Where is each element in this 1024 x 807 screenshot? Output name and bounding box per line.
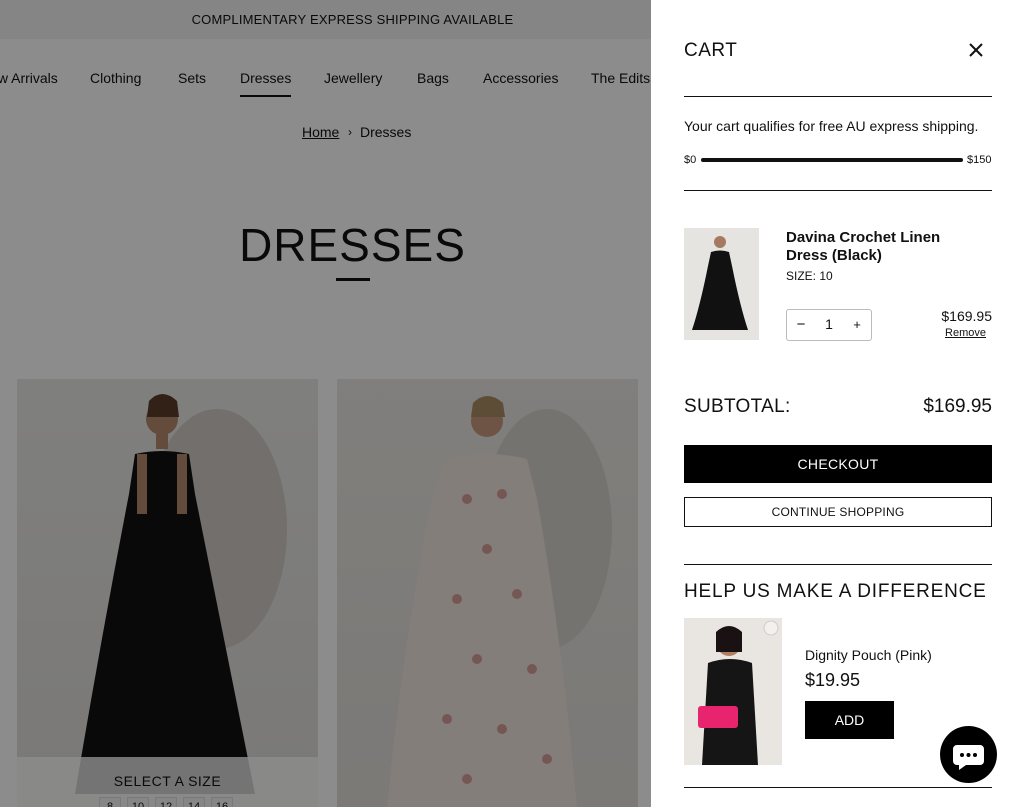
shipping-progress-max: $150	[967, 154, 992, 166]
divider	[684, 96, 992, 97]
shipping-progress-min: $0	[684, 154, 697, 166]
remove-item-link[interactable]: Remove	[945, 327, 986, 339]
cart-item-name[interactable]: Davina Crochet Linen Dress (Black)	[786, 229, 986, 265]
help-section-title: HELP US MAKE A DIFFERENCE	[684, 581, 987, 602]
cart-item-price: $169.95	[941, 308, 992, 324]
subtotal-label: SUBTOTAL:	[684, 396, 791, 417]
cart-item-image[interactable]	[684, 228, 759, 340]
quantity-stepper: − 1 +	[786, 309, 872, 341]
upsell-product-name[interactable]: Dignity Pouch (Pink)	[805, 647, 932, 663]
chat-icon[interactable]	[940, 726, 997, 783]
cart-drawer: CART Your cart qualifies for free AU exp…	[651, 0, 1024, 807]
divider	[684, 787, 992, 788]
close-icon[interactable]	[966, 40, 986, 60]
subtotal-value: $169.95	[923, 396, 992, 417]
quantity-value[interactable]: 1	[817, 316, 841, 332]
add-upsell-button[interactable]: ADD	[805, 701, 894, 739]
free-shipping-message: Your cart qualifies for free AU express …	[684, 118, 979, 134]
upsell-product-price: $19.95	[805, 670, 861, 690]
quantity-decrease-button[interactable]: −	[791, 316, 811, 333]
upsell-product-image[interactable]	[684, 618, 782, 765]
dress-thumbnail	[692, 236, 748, 330]
cart-item-size: SIZE: 10	[786, 269, 833, 283]
cart-title: CART	[684, 40, 738, 61]
divider	[684, 564, 992, 565]
shipping-progress-bar	[701, 158, 963, 162]
checkout-button[interactable]: CHECKOUT	[684, 445, 992, 483]
shipping-progress-fill	[701, 158, 963, 162]
divider	[684, 190, 992, 191]
continue-shopping-button[interactable]: CONTINUE SHOPPING	[684, 497, 992, 527]
quantity-increase-button[interactable]: +	[847, 317, 867, 332]
pouch-photo	[698, 620, 779, 765]
